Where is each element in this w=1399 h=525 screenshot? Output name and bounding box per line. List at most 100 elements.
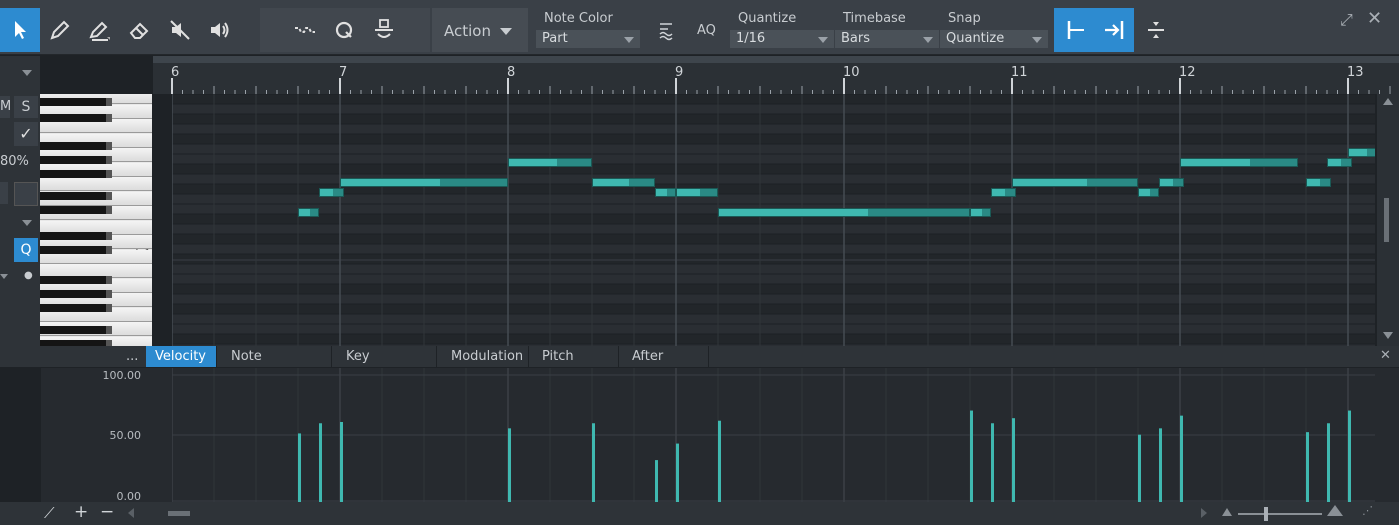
piano-white-key[interactable]	[40, 177, 152, 191]
vertical-scrollbar[interactable]	[1377, 94, 1399, 346]
velocity-bar[interactable]	[1159, 428, 1162, 502]
scroll-left-icon[interactable]	[128, 508, 134, 518]
midi-note[interactable]	[1012, 178, 1138, 187]
velocity-bar[interactable]	[340, 421, 343, 502]
midi-note[interactable]	[1180, 158, 1298, 167]
line-tool-icon[interactable]: ⟋	[44, 504, 55, 522]
resize-grip-icon[interactable]: ⋰	[1362, 504, 1373, 517]
enable-checkbox[interactable]: ✓	[14, 122, 38, 146]
midi-note[interactable]	[655, 188, 676, 197]
velocity-bar[interactable]	[1012, 418, 1015, 502]
chevron-down-icon[interactable]	[22, 70, 32, 76]
tab-key-switches[interactable]: Key Switches	[337, 346, 437, 385]
midi-note[interactable]	[1327, 158, 1353, 167]
timebase-select[interactable]: Bars	[835, 30, 939, 48]
zoom-in-icon[interactable]	[1327, 505, 1343, 516]
scroll-thumb[interactable]	[1384, 198, 1389, 242]
zoom-slider[interactable]	[1238, 513, 1322, 515]
piano-black-key[interactable]	[40, 192, 112, 200]
record-toggle[interactable]	[14, 182, 38, 206]
note-grid[interactable]	[172, 94, 1375, 346]
midi-note[interactable]	[592, 178, 655, 187]
snap-select[interactable]: Quantize	[940, 30, 1048, 48]
velocity-bar[interactable]	[1306, 432, 1309, 502]
velocity-bar[interactable]	[298, 433, 301, 502]
more-tabs-button[interactable]: ...	[126, 349, 138, 364]
piano-black-key[interactable]	[40, 304, 112, 312]
piano-black-key[interactable]	[40, 246, 112, 254]
quantize-input-button[interactable]: Q	[14, 238, 38, 262]
chevron-down-icon[interactable]	[22, 220, 32, 226]
velocity-bar[interactable]	[970, 410, 973, 502]
bend-tool-button[interactable]	[285, 8, 325, 52]
piano-black-key[interactable]	[40, 326, 112, 334]
velocity-bar[interactable]	[1348, 410, 1351, 502]
velocity-bar[interactable]	[1327, 423, 1330, 502]
tab-after-touch[interactable]: After Touch	[623, 346, 709, 385]
mute-button[interactable]: M	[0, 96, 10, 118]
snap-forward-button[interactable]	[1094, 8, 1134, 52]
split-tool-button[interactable]	[364, 8, 404, 52]
horizontal-scroll-thumb[interactable]	[168, 511, 190, 516]
aq-button[interactable]: AQ	[697, 23, 716, 38]
tab-pitch-bend[interactable]: Pitch Bend	[533, 346, 619, 385]
close-icon[interactable]: ✕	[1367, 8, 1382, 29]
midi-note[interactable]	[718, 208, 970, 217]
velocity-bar[interactable]	[991, 423, 994, 502]
solo-button[interactable]: S	[14, 96, 38, 118]
listen-tool-button[interactable]	[200, 8, 240, 52]
zoom-out-icon[interactable]	[1222, 508, 1232, 516]
velocity-bar[interactable]	[319, 423, 322, 502]
midi-note[interactable]	[1306, 178, 1332, 187]
midi-note[interactable]	[1348, 148, 1375, 157]
add-lane-icon[interactable]: +	[74, 502, 88, 522]
zoom-slider-handle[interactable]	[1264, 507, 1268, 521]
midi-note[interactable]	[298, 208, 319, 217]
action-menu-button[interactable]: Action	[432, 8, 528, 52]
piano-keyboard[interactable]: C 4 C 3	[40, 94, 152, 346]
scroll-right-icon[interactable]	[1201, 508, 1207, 518]
tab-note-controller[interactable]: Note Controller	[222, 346, 332, 385]
velocity-lane[interactable]: 100.00 50.00 0.00	[41, 368, 1399, 503]
paint-tool-button[interactable]	[80, 8, 120, 52]
piano-black-key[interactable]	[40, 170, 112, 178]
midi-note[interactable]	[319, 188, 345, 197]
midi-note[interactable]	[508, 158, 592, 167]
midi-note[interactable]	[676, 188, 718, 197]
velocity-bar[interactable]	[718, 420, 721, 502]
arrow-tool-button[interactable]	[0, 8, 40, 52]
dot-icon[interactable]: ●	[24, 270, 33, 281]
humanize-button[interactable]	[647, 8, 687, 52]
piano-black-key[interactable]	[40, 206, 112, 214]
velocity-bar[interactable]	[1180, 415, 1183, 502]
chevron-down-icon[interactable]	[0, 274, 8, 279]
quantize-tool-button[interactable]	[324, 8, 364, 52]
timeline-ruler[interactable]: 6 7 8 9 10 11 12 13	[153, 56, 1399, 94]
tab-velocity[interactable]: Velocity	[146, 346, 217, 367]
piano-black-key[interactable]	[40, 142, 112, 150]
eraser-tool-button[interactable]	[120, 8, 160, 52]
pencil-tool-button[interactable]	[40, 8, 80, 52]
midi-note[interactable]	[340, 178, 508, 187]
midi-note[interactable]	[991, 188, 1017, 197]
velocity-bar[interactable]	[1138, 434, 1141, 502]
close-icon[interactable]: ✕	[1380, 348, 1391, 363]
piano-black-key[interactable]	[40, 114, 112, 122]
mute-tool-button[interactable]	[160, 8, 200, 52]
snap-to-grid-button[interactable]	[1056, 8, 1096, 52]
quantize-select[interactable]: 1/16	[730, 30, 834, 48]
note-color-select[interactable]: Part	[536, 30, 640, 48]
velocity-bar[interactable]	[655, 460, 658, 502]
piano-black-key[interactable]	[40, 232, 112, 240]
velocity-bar[interactable]	[592, 423, 595, 502]
tab-modulation[interactable]: Modulation	[442, 346, 529, 367]
piano-black-key[interactable]	[40, 98, 112, 106]
expand-icon[interactable]: ⤢	[1340, 10, 1353, 30]
scroll-up-icon[interactable]	[1383, 98, 1393, 105]
velocity-bar[interactable]	[508, 428, 511, 502]
scroll-down-icon[interactable]	[1383, 332, 1393, 339]
midi-note[interactable]	[970, 208, 991, 217]
piano-black-key[interactable]	[40, 276, 112, 284]
remove-lane-icon[interactable]: −	[100, 502, 114, 522]
zoom-to-fit-button[interactable]	[1136, 8, 1176, 52]
